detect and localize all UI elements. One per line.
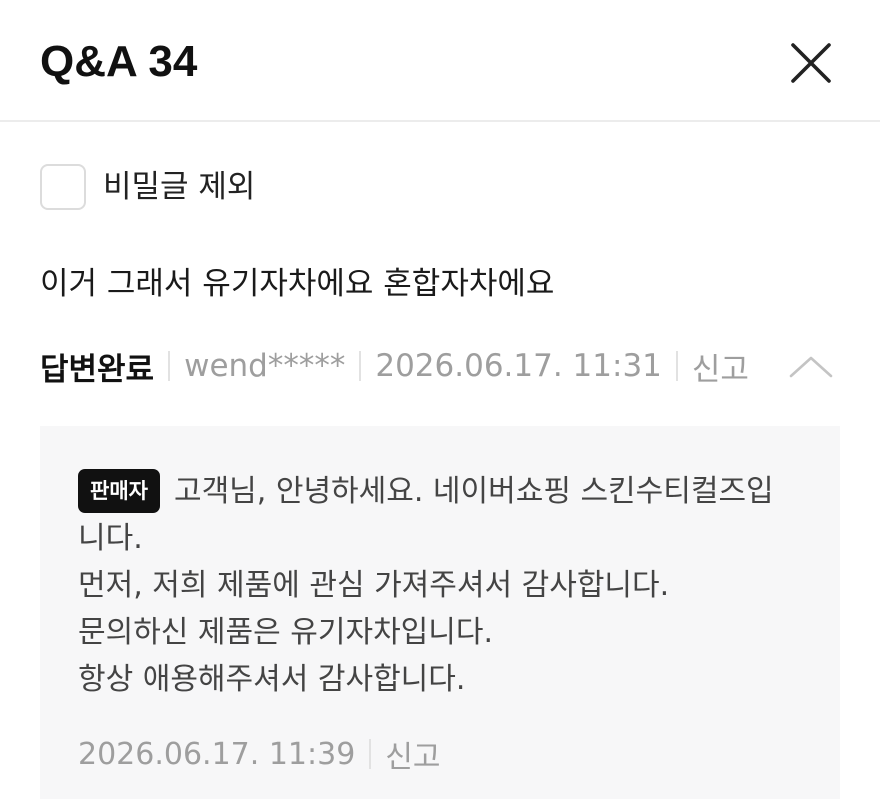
collapse-answer-button[interactable]: [788, 352, 834, 382]
question-datetime: 2026.06.17. 11:31: [375, 348, 662, 384]
answer-datetime: 2026.06.17. 11:39: [78, 736, 356, 772]
exclude-secret-filter[interactable]: 비밀글 제외: [40, 162, 255, 212]
divider: [675, 351, 678, 381]
divider: [359, 351, 362, 381]
divider: [369, 739, 372, 769]
divider: [168, 351, 171, 381]
answer-meta: 2026.06.17. 11:39 신고: [78, 732, 441, 776]
exclude-secret-checkbox[interactable]: [40, 164, 86, 210]
modal-header: Q&A 34: [0, 0, 880, 122]
close-button[interactable]: [788, 40, 834, 86]
question-meta: 답변완료 wend***** 2026.06.17. 11:31 신고: [40, 344, 749, 388]
close-icon: [791, 43, 831, 83]
question-text: 이거 그래서 유기자차에요 혼합자차에요: [40, 266, 555, 302]
answer-text: 고객님, 안녕하세요. 네이버쇼핑 스킨수티컬즈입니다. 먼저, 저희 제품에 …: [78, 474, 774, 697]
answer-status: 답변완료: [40, 351, 155, 388]
answer-report-link[interactable]: 신고: [385, 732, 440, 776]
author-id: wend*****: [184, 348, 346, 384]
exclude-secret-label: 비밀글 제외: [103, 169, 256, 205]
page-title: Q&A 34: [40, 37, 198, 86]
answer-panel: 판매자 고객님, 안녕하세요. 네이버쇼핑 스킨수티컬즈입니다. 먼저, 저희 제…: [40, 426, 840, 799]
chevron-up-icon: [789, 356, 833, 378]
seller-badge: 판매자: [78, 469, 160, 513]
answer-content: 판매자 고객님, 안녕하세요. 네이버쇼핑 스킨수티컬즈입니다. 먼저, 저희 제…: [78, 468, 798, 703]
question-report-link[interactable]: 신고: [692, 344, 749, 389]
